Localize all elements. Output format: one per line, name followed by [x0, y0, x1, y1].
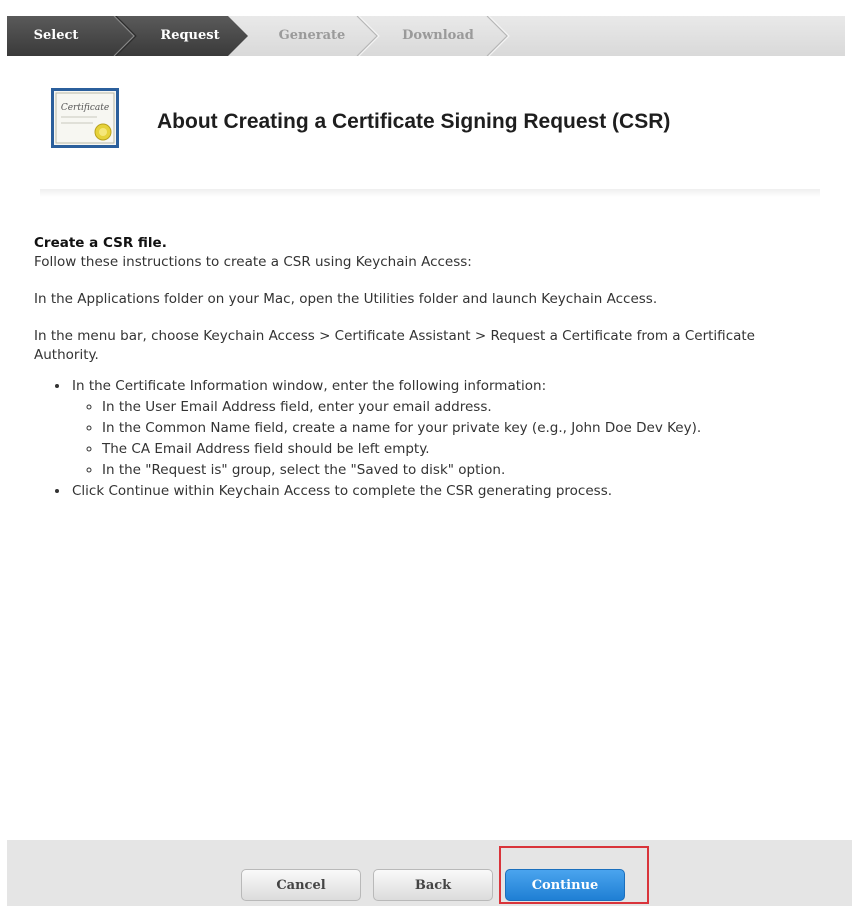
page: Select Type Request Generate Download Ce… [0, 0, 852, 906]
step-download[interactable]: Download [401, 16, 475, 56]
cancel-button[interactable]: Cancel [241, 869, 361, 901]
sub-list-item: In the "Request is" group, select the "S… [102, 461, 804, 480]
continue-button[interactable]: Continue [505, 869, 625, 901]
sub-instruction-list: In the User Email Address field, enter y… [72, 398, 804, 480]
instructions: Create a CSR file. Follow these instruct… [34, 234, 804, 501]
instruction-paragraph-1: In the Applications folder on your Mac, … [34, 291, 658, 307]
list-item: Click Continue within Keychain Access to… [70, 482, 804, 501]
footer-bar: Cancel Back Continue [7, 840, 852, 906]
instruction-list: In the Certificate Information window, e… [34, 377, 804, 501]
step-request[interactable]: Request [157, 16, 223, 56]
list-item: In the Certificate Information window, e… [70, 377, 804, 480]
list-item-text: In the Certificate Information window, e… [72, 378, 547, 394]
instruction-paragraph-2: In the menu bar, choose Keychain Access … [34, 328, 755, 363]
step-generate[interactable]: Generate [277, 16, 347, 56]
page-title: About Creating a Certificate Signing Req… [157, 110, 671, 133]
section-heading: Create a CSR file. [34, 235, 167, 251]
intro-text: Follow these instructions to create a CS… [34, 254, 472, 270]
sub-list-item: In the User Email Address field, enter y… [102, 398, 804, 417]
step-select-type[interactable]: Select Type [21, 16, 91, 83]
certificate-icon-text: Certificate [61, 103, 109, 113]
back-button[interactable]: Back [373, 869, 493, 901]
header-divider [40, 189, 820, 197]
sub-list-item: In the Common Name field, create a name … [102, 419, 804, 438]
step-progress-bar: Select Type Request Generate Download [7, 16, 845, 83]
certificate-icon: Certificate [51, 88, 119, 148]
sub-list-item: The CA Email Address field should be lef… [102, 440, 804, 459]
